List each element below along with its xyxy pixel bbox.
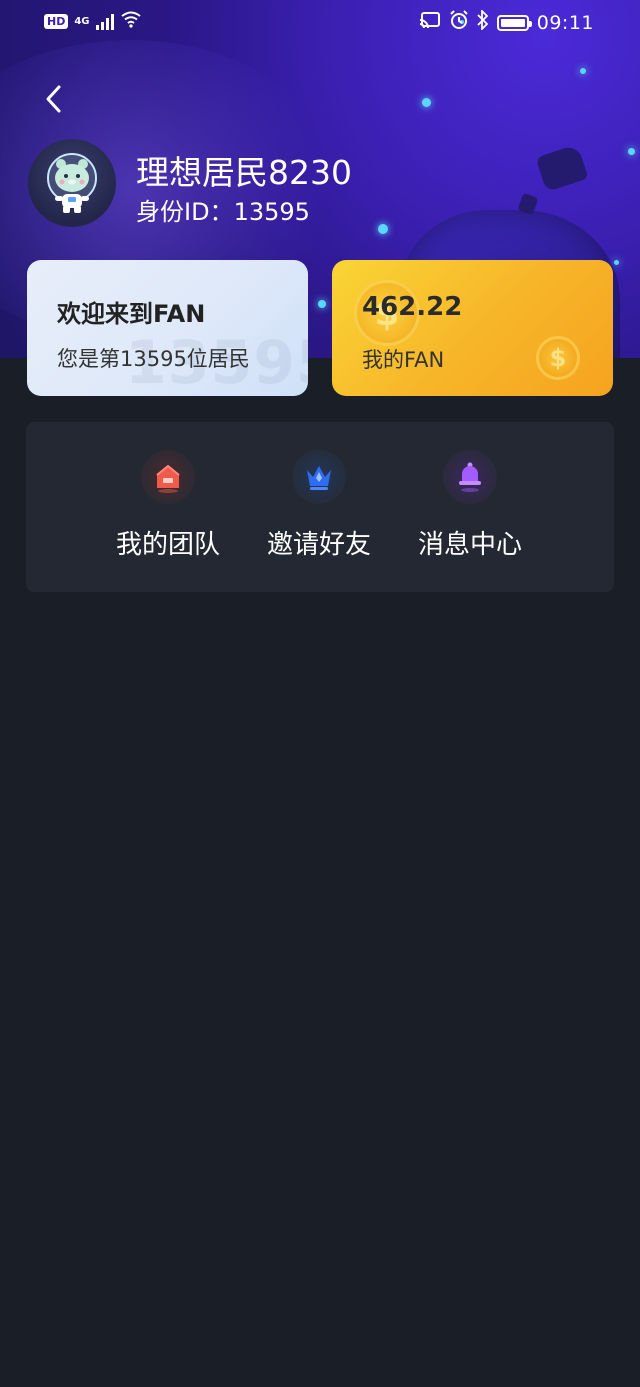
bluetooth-icon: [477, 8, 489, 35]
username: 理想居民8230: [136, 153, 352, 192]
fan-label: 我的FAN: [362, 348, 445, 372]
hd-badge: HD: [44, 14, 69, 29]
user-id-row: 身份ID：13595: [136, 192, 310, 227]
menu-panel: 我的团队 邀请好友 消息中心: [26, 422, 614, 592]
back-button[interactable]: [36, 80, 70, 118]
wifi-icon: [120, 10, 142, 33]
menu-label: 消息中心: [417, 530, 522, 560]
crown-icon: [292, 450, 346, 504]
chevron-left-icon: [46, 85, 61, 113]
menu-item-my-team[interactable]: 我的团队: [108, 450, 228, 570]
welcome-card[interactable]: 13595 欢迎来到FAN 您是第13595位居民: [27, 260, 308, 396]
network-type: 4G: [74, 16, 90, 27]
asteroid-decoration: [535, 144, 589, 192]
menu-item-invite-friends[interactable]: 邀请好友: [259, 450, 379, 570]
star-decoration: [614, 260, 619, 265]
star-decoration: [318, 300, 326, 308]
status-left: HD 4G: [44, 10, 142, 33]
my-fan-card[interactable]: $ $ 462.22 我的FAN: [332, 260, 613, 396]
bell-icon: [443, 450, 497, 504]
star-decoration: [378, 224, 388, 234]
cast-icon: [419, 11, 441, 34]
status-right: 09:11: [419, 8, 594, 35]
menu-item-message-center[interactable]: 消息中心: [410, 450, 530, 570]
screen: HD 4G 09:11 理想居民8230 身份ID：13595 1359 欢迎来…: [0, 0, 640, 1387]
status-bar: HD 4G 09:11: [0, 0, 640, 44]
welcome-title: 欢迎来到FAN: [57, 300, 206, 328]
alarm-icon: [449, 10, 469, 35]
user-id-value: 13595: [233, 198, 310, 226]
signal-icon: [95, 13, 114, 30]
menu-label: 我的团队: [115, 530, 220, 560]
status-time: 09:11: [536, 11, 594, 34]
star-decoration: [580, 68, 586, 74]
coin-icon: $: [536, 336, 580, 380]
avatar[interactable]: [28, 139, 116, 227]
menu-label: 邀请好友: [266, 530, 371, 560]
star-decoration: [422, 98, 431, 107]
battery-icon: [496, 14, 532, 31]
user-id-label: 身份ID：: [136, 198, 234, 226]
welcome-subtitle: 您是第13595位居民: [57, 347, 250, 371]
house-icon: [141, 450, 195, 504]
bear-astronaut-icon: [47, 153, 97, 213]
star-decoration: [628, 148, 635, 155]
fan-balance: 462.22: [362, 292, 463, 322]
